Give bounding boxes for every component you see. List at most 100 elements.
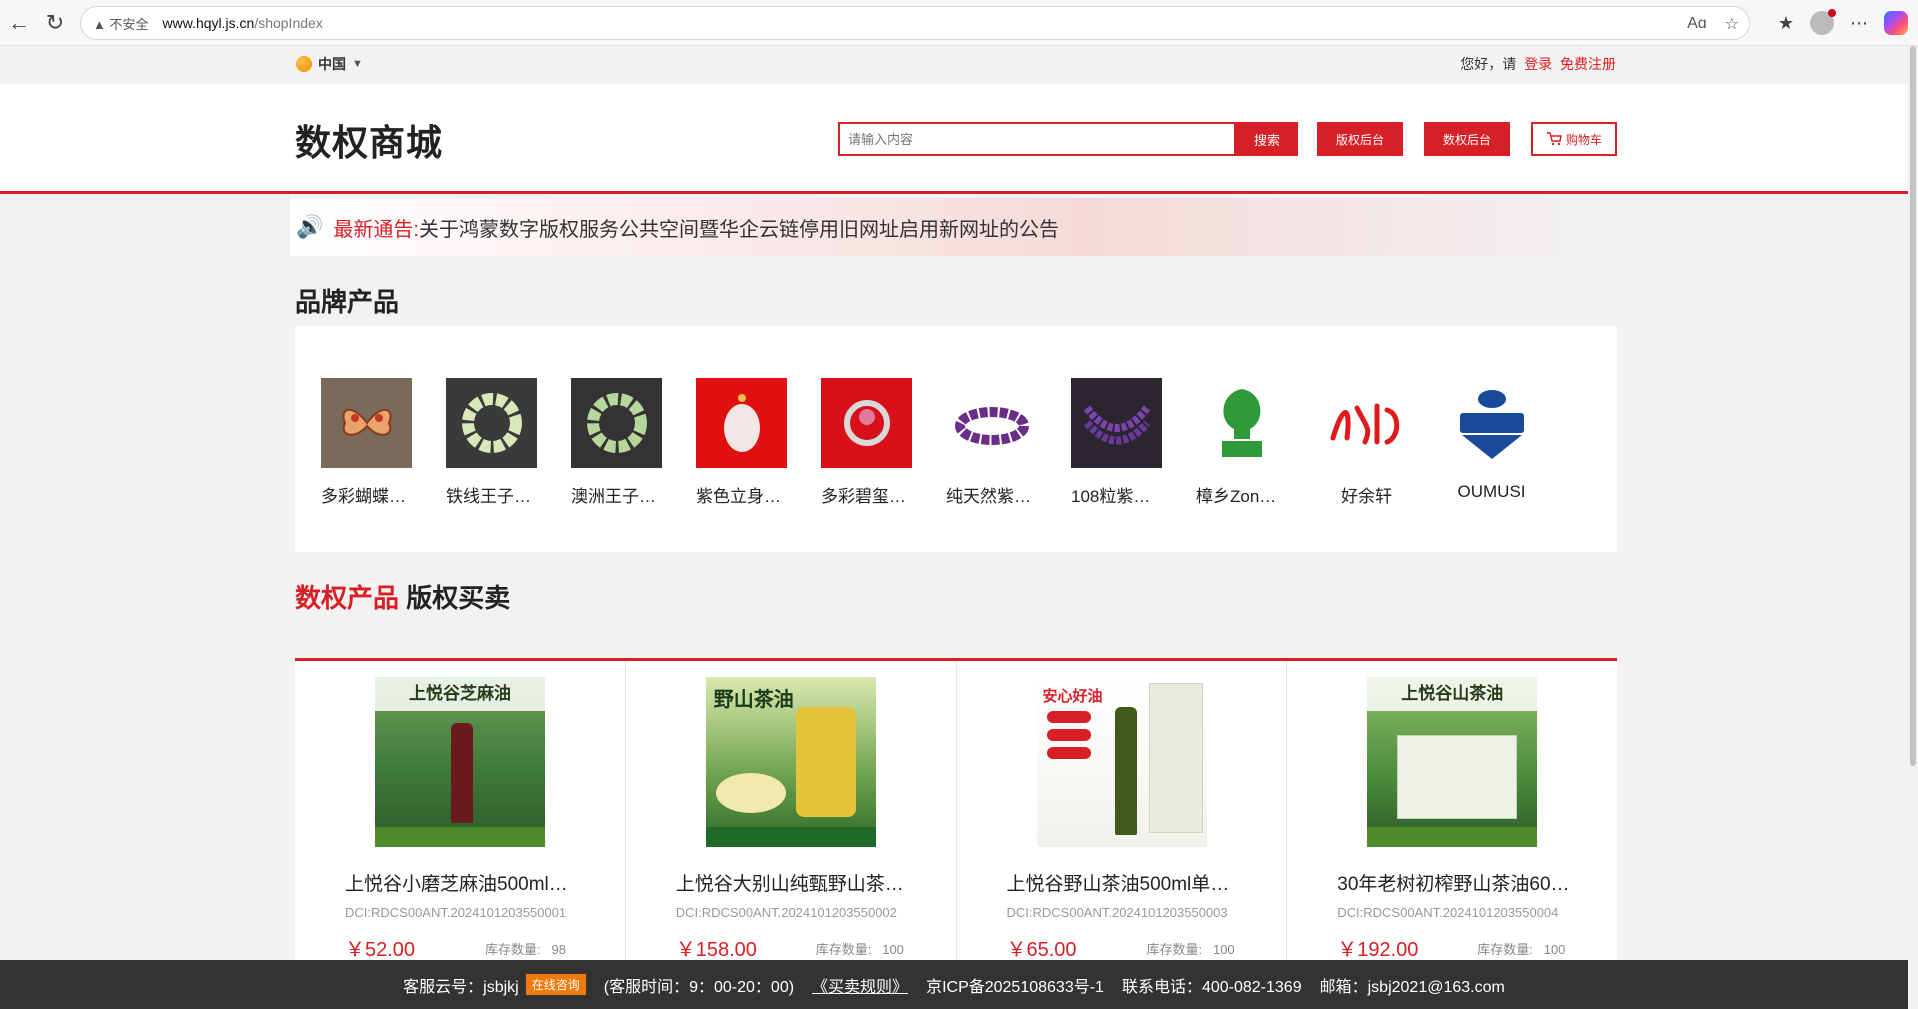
product-stock: 库存数量: 100 xyxy=(1146,942,1235,957)
cart-icon xyxy=(1546,132,1562,146)
search-input[interactable] xyxy=(838,122,1236,156)
page-scrollbar[interactable] xyxy=(1908,46,1918,1009)
brand-item[interactable]: 108粒紫水晶 xyxy=(1071,378,1162,507)
browser-toolbar: ← ↻ ▲ 不安全 www.hqyl.js.cn/shopIndex Aɑ ☆ … xyxy=(0,0,1918,46)
product-card[interactable]: 野山茶油 上悦谷大别山纯甄野山茶油5L DCI:RDCS00ANT.202410… xyxy=(626,661,957,961)
bracelet-image xyxy=(571,378,662,468)
product-image-text: 上悦谷芝麻油 xyxy=(375,677,545,711)
top-strip: 中国 ▼ 您好，请 登录 免费注册 xyxy=(0,46,1908,84)
brand-item[interactable]: 铁线王子手串 xyxy=(446,378,537,507)
brand-item[interactable]: 纯天然紫水晶 xyxy=(946,378,1037,507)
region-label: 中国 xyxy=(318,56,346,72)
brand-item[interactable]: 澳洲王子手串 xyxy=(571,378,662,507)
reload-icon[interactable]: ↻ xyxy=(38,6,72,40)
product-price: ￥52.00 xyxy=(345,939,416,961)
brand-item[interactable]: 樟乡ZonShine xyxy=(1196,378,1287,507)
haoyuxuan-logo xyxy=(1321,378,1412,468)
speaker-icon: 🔊 xyxy=(296,214,324,239)
products-title-black: 版权买卖 xyxy=(406,583,511,613)
cart-button[interactable]: 购物车 xyxy=(1531,122,1617,156)
brand-list: 多彩蝴蝶胸针 铁线王子手串 澳洲王子手串 紫色立身观音 多彩碧玺戒指 xyxy=(321,378,1537,507)
product-image-text: 野山茶油 xyxy=(713,689,794,711)
brand-name: 纯天然紫水晶 xyxy=(946,487,1037,506)
notice-bar[interactable]: 🔊 最新通告: 关于鸿蒙数字版权服务公共空间暨华企云链停用旧网址启用新网址的公告 xyxy=(290,198,1620,256)
product-dci: DCI:RDCS00ANT.2024101203550002 xyxy=(675,905,897,920)
product-title[interactable]: 上悦谷大别山纯甄野山茶油5L xyxy=(676,869,916,896)
oumusi-logo xyxy=(1446,378,1537,468)
products-title-red: 数权产品 xyxy=(295,583,400,613)
contact-phone: 联系电话：400-082-1369 xyxy=(1121,978,1302,996)
product-dci: DCI:RDCS00ANT.2024101203550003 xyxy=(1006,905,1228,920)
product-stock: 库存数量: 98 xyxy=(485,942,566,957)
security-warning[interactable]: ▲ 不安全 xyxy=(93,14,149,33)
product-dci: DCI:RDCS00ANT.2024101203550004 xyxy=(1337,905,1559,920)
trading-rules-link[interactable]: 《买卖规则》 xyxy=(812,973,908,997)
brand-name: 澳洲王子手串 xyxy=(571,487,662,506)
brand-item[interactable]: 好余轩 xyxy=(1321,378,1412,507)
service-id: 客服云号：jsbjkj xyxy=(403,978,519,996)
product-title[interactable]: 上悦谷野山茶油500ml单瓶装 xyxy=(1007,869,1247,896)
brand-item[interactable]: 多彩碧玺戒指 xyxy=(821,378,912,507)
copilot-icon[interactable] xyxy=(1884,11,1908,35)
profile-avatar[interactable] xyxy=(1810,9,1836,35)
product-image-text: 上悦谷山茶油 xyxy=(1367,677,1538,711)
brand-item[interactable]: 多彩蝴蝶胸针 xyxy=(321,378,412,507)
notice-label: 最新通告: xyxy=(333,218,419,241)
product-title[interactable]: 上悦谷小磨芝麻油500ml单瓶装 xyxy=(345,869,585,896)
product-price: ￥192.00 xyxy=(1337,939,1419,961)
product-grid: 上悦谷芝麻油 上悦谷小磨芝麻油500ml单瓶装 DCI:RDCS00ANT.20… xyxy=(295,658,1617,961)
search-button[interactable]: 搜索 xyxy=(1236,122,1298,156)
product-card[interactable]: 上悦谷芝麻油 上悦谷小磨芝麻油500ml单瓶装 DCI:RDCS00ANT.20… xyxy=(295,661,626,961)
product-image-text: 安心好油 xyxy=(1042,688,1103,705)
back-arrow-icon[interactable]: ← xyxy=(2,6,36,40)
brand-name: 多彩蝴蝶胸针 xyxy=(321,487,412,506)
notice-text[interactable]: 关于鸿蒙数字版权服务公共空间暨华企云链停用旧网址启用新网址的公告 xyxy=(419,213,1059,242)
address-bar[interactable]: ▲ 不安全 www.hqyl.js.cn/shopIndex Aɑ ☆ xyxy=(80,6,1750,40)
favorites-icon[interactable]: ★ xyxy=(1778,13,1794,34)
brand-name: 铁线王子手串 xyxy=(446,487,537,506)
product-stock: 库存数量: 100 xyxy=(1477,942,1566,957)
brand-section-title: 品牌产品 xyxy=(295,287,400,317)
products-section-title: 数权产品 版权买卖 xyxy=(295,578,510,615)
amethyst-beads-image xyxy=(1071,378,1162,468)
register-link[interactable]: 免费注册 xyxy=(1560,56,1616,72)
region-selector[interactable]: 中国 ▼ xyxy=(296,54,363,74)
icp-record[interactable]: 京ICP备2025108633号-1 xyxy=(926,973,1104,997)
brand-item[interactable]: OUMUSI xyxy=(1446,378,1537,507)
login-link[interactable]: 登录 xyxy=(1524,56,1552,72)
zonshine-logo xyxy=(1196,378,1287,468)
url-path: /shopIndex xyxy=(254,15,323,31)
product-card[interactable]: 安心好油 上悦谷野山茶油500ml单瓶装 DCI:RDCS00ANT.20241… xyxy=(957,661,1288,961)
product-dci: DCI:RDCS00ANT.2024101203550001 xyxy=(345,905,567,920)
butterfly-brooch-image xyxy=(321,378,412,468)
greeting-text: 您好，请 xyxy=(1460,56,1517,72)
copyright-backend-button[interactable]: 版权后台 xyxy=(1317,122,1403,156)
url-domain: www.hqyl.js.cn xyxy=(162,15,255,31)
amethyst-bracelet-image xyxy=(946,378,1037,468)
ring-image xyxy=(821,378,912,468)
favorite-star-icon[interactable]: ☆ xyxy=(1725,14,1739,34)
brand-panel: 多彩蝴蝶胸针 铁线王子手串 澳洲王子手串 紫色立身观音 多彩碧玺戒指 xyxy=(295,326,1617,552)
product-image: 野山茶油 xyxy=(705,677,876,847)
brand-item[interactable]: 紫色立身观音 xyxy=(696,378,787,507)
product-title[interactable]: 30年老树初榨野山茶油600ml xyxy=(1337,869,1577,896)
product-stock: 库存数量: 100 xyxy=(815,942,904,957)
scrollbar-thumb[interactable] xyxy=(1910,46,1916,766)
data-backend-button[interactable]: 数权后台 xyxy=(1424,122,1510,156)
brand-name: 108粒紫水晶 xyxy=(1071,487,1162,506)
product-price: ￥65.00 xyxy=(1006,939,1077,961)
user-greeting: 您好，请 登录 免费注册 xyxy=(1460,54,1616,74)
more-menu-icon[interactable]: ⋯ xyxy=(1850,13,1868,34)
cart-label: 购物车 xyxy=(1565,132,1602,147)
product-card[interactable]: 上悦谷山茶油 30年老树初榨野山茶油600ml DCI:RDCS00ANT.20… xyxy=(1287,661,1617,961)
site-header: 数权商城 搜索 版权后台 数权后台 购物车 xyxy=(0,84,1908,194)
brand-name: 好余轩 xyxy=(1341,487,1392,506)
chevron-down-icon: ▼ xyxy=(352,58,363,70)
bracelet-image xyxy=(446,378,537,468)
read-aloud-icon[interactable]: Aɑ xyxy=(1687,15,1707,33)
online-consult-button[interactable]: 在线咨询 xyxy=(525,974,586,995)
brand-name: 樟乡ZonShine xyxy=(1196,487,1287,506)
site-logo[interactable]: 数权商城 xyxy=(295,114,443,166)
pendant-image xyxy=(696,378,787,468)
globe-icon xyxy=(296,56,312,72)
